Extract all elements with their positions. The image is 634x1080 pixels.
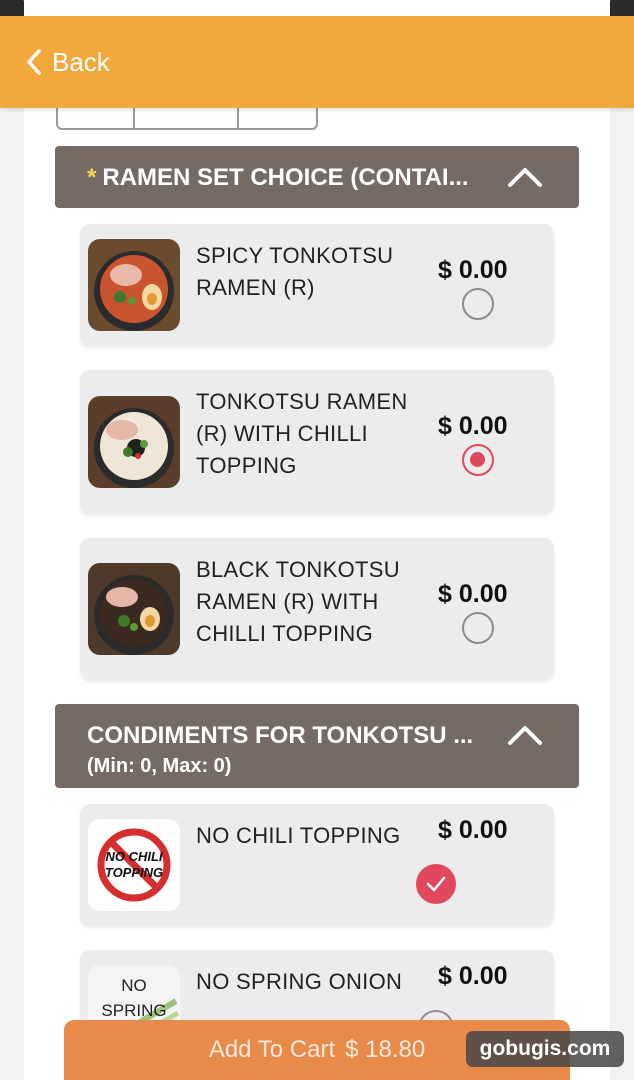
- chevron-left-icon: [27, 49, 41, 75]
- check-icon: [426, 876, 446, 892]
- item-name: SPICY TONKOTSU RAMEN (R): [196, 243, 394, 300]
- no-chili-thumbnail: NO CHILI TOPPING: [88, 819, 180, 911]
- section-subtitle: (Min: 0, Max: 0): [87, 755, 232, 777]
- list-item[interactable]: SPICY TONKOTSU RAMEN (R) $ 0.00: [80, 224, 554, 346]
- required-marker: *: [87, 164, 97, 191]
- item-price: $ 0.00: [438, 962, 508, 990]
- list-item[interactable]: NO CHILI TOPPING NO CHILI TOPPING $ 0.00: [80, 804, 554, 926]
- item-price: $ 0.00: [438, 816, 508, 844]
- watermark: gobugis.com: [466, 1031, 624, 1067]
- item-price: $ 0.00: [438, 580, 508, 608]
- thumb-text-line: TOPPING: [105, 865, 163, 880]
- item-price: $ 0.00: [438, 256, 508, 284]
- section-title: CONDIMENTS FOR TONKOTSU ...: [87, 722, 474, 749]
- chevron-up-icon[interactable]: [507, 166, 543, 188]
- back-label: Back: [52, 46, 110, 77]
- list-item[interactable]: TONKOTSU RAMEN (R) WITH CHILLI TOPPING $…: [80, 370, 554, 514]
- ramen-thumbnail: [88, 239, 180, 331]
- item-name: BLACK TONKOTSU RAMEN (R) WITH CHILLI TOP…: [196, 557, 400, 646]
- radio-button[interactable]: [462, 612, 494, 644]
- add-to-cart-label: Add To Cart: [208, 1036, 336, 1063]
- item-price: $ 0.00: [438, 412, 508, 440]
- ramen-thumbnail: [88, 563, 180, 655]
- thumb-text-line: SPRING: [101, 1001, 166, 1020]
- chevron-up-icon[interactable]: [507, 724, 543, 746]
- section-header-ramen-set[interactable]: * RAMEN SET CHOICE (CONTAI...: [55, 146, 579, 208]
- section-header-condiments[interactable]: CONDIMENTS FOR TONKOTSU ... (Min: 0, Max…: [55, 704, 579, 788]
- ramen-thumbnail: [88, 396, 180, 488]
- top-nav-bar: Back: [0, 16, 634, 108]
- radio-button[interactable]: [462, 288, 494, 320]
- radio-button-selected[interactable]: [462, 444, 494, 476]
- item-name: NO SPRING ONION: [196, 969, 403, 994]
- item-name: NO CHILI TOPPING: [196, 823, 401, 848]
- section-title: * RAMEN SET CHOICE (CONTAI...: [87, 164, 469, 191]
- checkbox-checked[interactable]: [416, 864, 456, 904]
- back-button[interactable]: Back: [24, 47, 110, 78]
- cart-total: $ 18.80: [345, 1036, 426, 1063]
- item-name: TONKOTSU RAMEN (R) WITH CHILLI TOPPING: [196, 389, 408, 478]
- thumb-text-line: NO CHILI: [105, 849, 162, 864]
- thumb-text-line: NO: [121, 976, 147, 995]
- list-item[interactable]: BLACK TONKOTSU RAMEN (R) WITH CHILLI TOP…: [80, 538, 554, 680]
